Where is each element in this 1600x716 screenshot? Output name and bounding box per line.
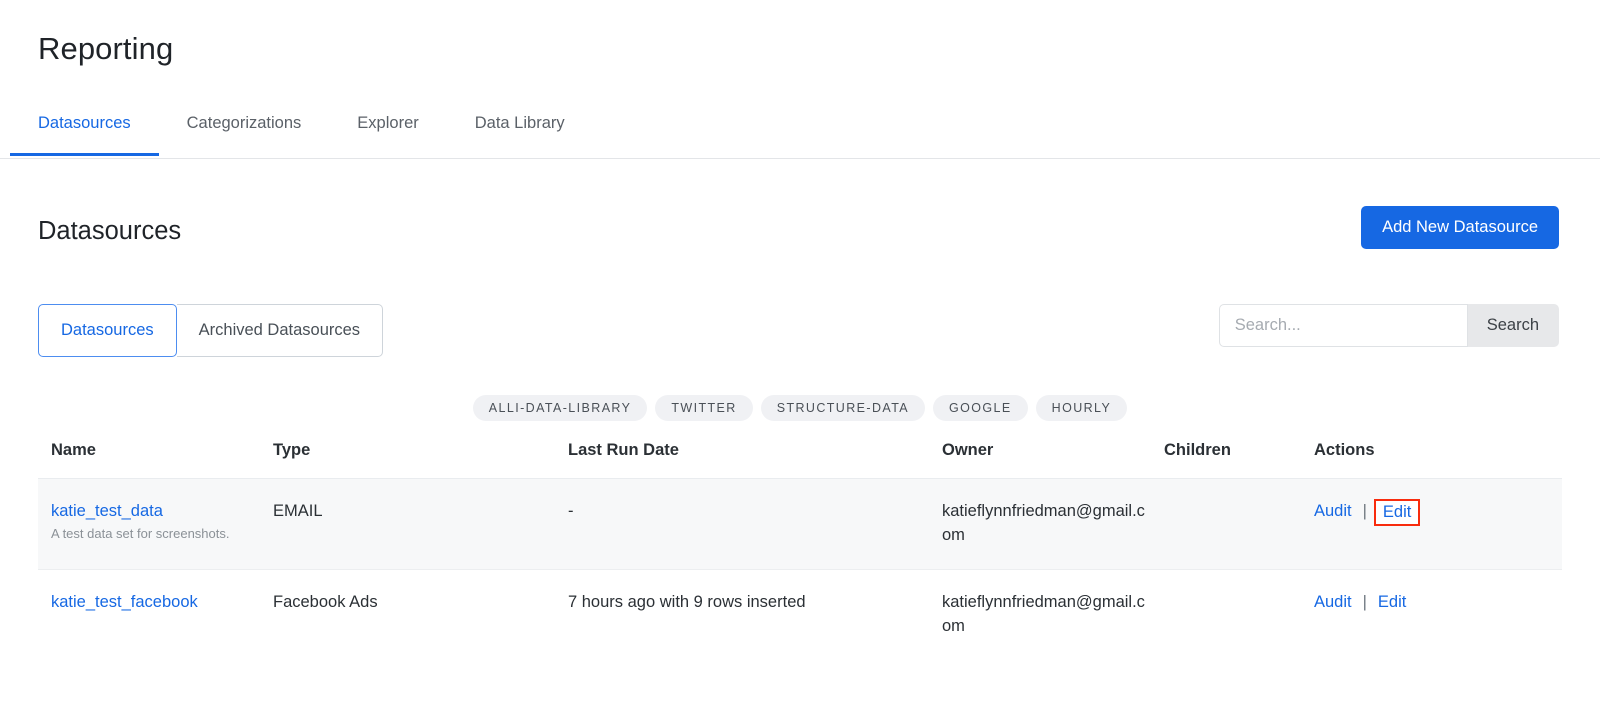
owner-email: katieflynnfriedman@gmail.com [942, 593, 1145, 635]
cell-type: Facebook Ads [273, 591, 568, 615]
datasource-link[interactable]: katie_test_facebook [51, 592, 198, 613]
edit-link[interactable]: Edit [1378, 591, 1406, 615]
datasources-table: Name Type Last Run Date Owner Children A… [38, 440, 1562, 660]
cell-last-run-date: - [568, 500, 942, 524]
tab-bar: Datasources Categorizations Explorer Dat… [0, 104, 1600, 159]
column-header-type: Type [273, 440, 568, 461]
column-header-actions: Actions [1314, 440, 1544, 461]
column-header-name: Name [51, 440, 273, 461]
cell-name: katie_test_facebook [51, 591, 273, 617]
tab-list: Datasources Categorizations Explorer Dat… [10, 104, 593, 156]
tab-explorer[interactable]: Explorer [329, 104, 446, 156]
search-area: Search [1219, 304, 1559, 347]
toggle-archived-datasources[interactable]: Archived Datasources [177, 304, 383, 357]
edit-link-highlight: Edit [1374, 499, 1420, 527]
tag-pill-hourly[interactable]: HOURLY [1036, 395, 1128, 421]
cell-owner: katieflynnfriedman@gmail.com [942, 591, 1164, 639]
row-actions: Audit | Edit [1314, 500, 1544, 524]
row-actions: Audit | Edit [1314, 591, 1544, 615]
edit-link[interactable]: Edit [1383, 503, 1411, 521]
audit-link[interactable]: Audit [1314, 500, 1352, 524]
cell-name: katie_test_data A test data set for scre… [51, 500, 273, 542]
column-header-last-run-date: Last Run Date [568, 440, 942, 461]
tag-pill-google[interactable]: GOOGLE [933, 395, 1028, 421]
toggle-datasources[interactable]: Datasources [38, 304, 177, 357]
datasource-filter-toggle-group: Datasources Archived Datasources [38, 304, 383, 357]
tab-categorizations[interactable]: Categorizations [159, 104, 330, 156]
cell-owner: katieflynnfriedman@gmail.com [942, 500, 1164, 548]
cell-actions: Audit | Edit [1314, 591, 1544, 615]
cell-actions: Audit | Edit [1314, 500, 1544, 524]
datasource-link[interactable]: katie_test_data [51, 501, 163, 522]
page-title: Reporting [38, 30, 173, 67]
cell-last-run-date: 7 hours ago with 9 rows inserted [568, 591, 942, 615]
add-new-datasource-button[interactable]: Add New Datasource [1361, 206, 1559, 249]
tag-pill-alli-data-library[interactable]: ALLI-DATA-LIBRARY [473, 395, 648, 421]
table-header-row: Name Type Last Run Date Owner Children A… [38, 440, 1562, 479]
tab-data-library[interactable]: Data Library [447, 104, 593, 156]
owner-email: katieflynnfriedman@gmail.com [942, 502, 1145, 544]
tag-pill-structure-data[interactable]: STRUCTURE-DATA [761, 395, 925, 421]
table-row: katie_test_data A test data set for scre… [38, 479, 1562, 570]
datasource-description: A test data set for screenshots. [51, 526, 241, 542]
action-separator: | [1352, 591, 1378, 615]
search-button[interactable]: Search [1468, 304, 1559, 347]
cell-type: EMAIL [273, 500, 568, 524]
tag-pill-twitter[interactable]: TWITTER [655, 395, 752, 421]
column-header-children: Children [1164, 440, 1314, 461]
tag-filter-row: ALLI-DATA-LIBRARY TWITTER STRUCTURE-DATA… [0, 395, 1600, 421]
tab-datasources[interactable]: Datasources [10, 104, 159, 156]
search-input[interactable] [1219, 304, 1468, 347]
section-title: Datasources [38, 216, 181, 247]
table-row: katie_test_facebook Facebook Ads 7 hours… [38, 570, 1562, 660]
audit-link[interactable]: Audit [1314, 591, 1352, 615]
column-header-owner: Owner [942, 440, 1164, 461]
